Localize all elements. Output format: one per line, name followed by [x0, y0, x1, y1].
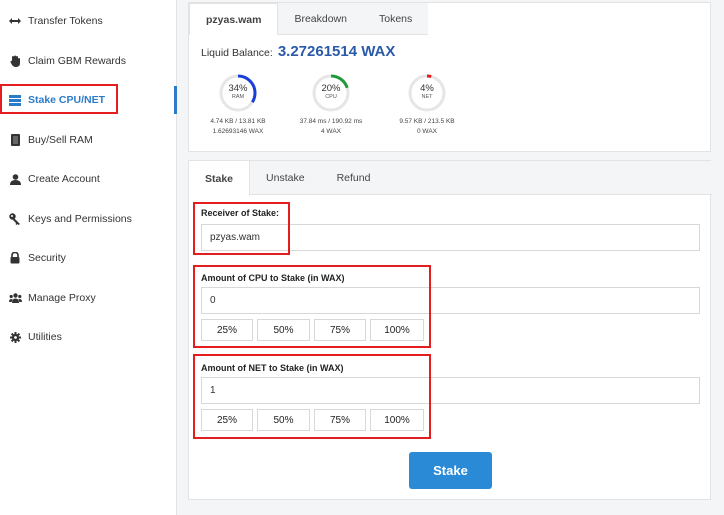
cpu-gauge: 20% CPU [311, 73, 351, 113]
highlight-box-cpu [193, 265, 431, 348]
users-icon [8, 291, 22, 305]
resource-ram: 34% RAM 4.74 KB / 13.81 KB 1.62693146 WA… [188, 73, 288, 135]
stake-submit-button[interactable]: Stake [409, 452, 492, 489]
key-icon [8, 212, 22, 226]
resource-cpu: 20% CPU 37.84 ms / 190.92 ms 4 WAX [281, 73, 381, 135]
sidebar-item-transfer-tokens[interactable]: Transfer Tokens [0, 5, 177, 37]
highlight-box-receiver [193, 202, 290, 255]
sidebar-item-keys-and-permissions[interactable]: Keys and Permissions [0, 203, 177, 235]
ram-chip-icon [8, 133, 22, 147]
sidebar-item-label: Utilities [28, 331, 62, 343]
sidebar-item-utilities[interactable]: Utilities [0, 321, 177, 353]
transfer-arrows-icon [8, 14, 22, 28]
tab-account[interactable]: pzyas.wam [189, 3, 279, 35]
sidebar-item-label: Transfer Tokens [28, 15, 103, 27]
cpu-staked: 4 WAX [321, 128, 341, 135]
hand-icon [8, 54, 22, 68]
gear-icon [8, 330, 22, 344]
sidebar-item-security[interactable]: Security [0, 242, 177, 274]
tab-breakdown[interactable]: Breakdown [278, 3, 363, 35]
ram-usage: 4.74 KB / 13.81 KB [210, 118, 266, 125]
ram-percent: 34% [228, 83, 248, 94]
tab-tokens[interactable]: Tokens [362, 3, 429, 35]
cpu-label: CPU [325, 94, 337, 100]
net-label: NET [421, 94, 433, 100]
highlight-box-net [193, 354, 431, 439]
highlight-box-sidebar [0, 84, 118, 114]
stake-card: Stake Unstake Refund Receiver of Stake: … [188, 160, 712, 500]
sidebar-item-manage-proxy[interactable]: Manage Proxy [0, 282, 177, 314]
sidebar-item-label: Create Account [28, 173, 100, 185]
account-tabs: pzyas.wam Breakdown Tokens [189, 3, 429, 35]
ram-staked: 1.62693146 WAX [212, 128, 264, 135]
net-usage: 9.57 KB / 213.5 KB [399, 118, 455, 125]
sidebar-item-label: Security [28, 252, 66, 264]
tab-stake[interactable]: Stake [189, 161, 251, 196]
tab-unstake[interactable]: Unstake [250, 161, 321, 195]
sidebar: Transfer Tokens Claim GBM Rewards Stake … [0, 0, 177, 515]
liquid-balance-value: 3.27261514 WAX [277, 43, 396, 60]
net-percent: 4% [420, 83, 434, 94]
ram-label: RAM [231, 94, 245, 100]
ram-gauge: 34% RAM [218, 73, 258, 113]
sidebar-item-label: Buy/Sell RAM [28, 134, 93, 146]
liquid-balance-label: Liquid Balance: [201, 47, 273, 59]
stake-tabs: Stake Unstake Refund [189, 161, 712, 196]
sidebar-item-label: Claim GBM Rewards [28, 55, 127, 67]
sidebar-item-buy-sell-ram[interactable]: Buy/Sell RAM [0, 124, 177, 156]
cpu-usage: 37.84 ms / 190.92 ms [299, 118, 363, 125]
sidebar-item-label: Manage Proxy [28, 292, 96, 304]
account-summary-card: pzyas.wam Breakdown Tokens Liquid Balanc… [188, 2, 711, 152]
sidebar-item-label: Keys and Permissions [28, 213, 132, 225]
net-gauge: 4% NET [407, 73, 447, 113]
sidebar-item-create-account[interactable]: Create Account [0, 163, 177, 195]
sidebar-item-claim-gbm-rewards[interactable]: Claim GBM Rewards [0, 45, 177, 77]
lock-icon [8, 251, 22, 265]
tab-refund[interactable]: Refund [321, 161, 387, 195]
active-indicator [174, 86, 177, 114]
net-staked: 0 WAX [417, 128, 437, 135]
cpu-percent: 20% [321, 83, 341, 94]
resource-net: 4% NET 9.57 KB / 213.5 KB 0 WAX [377, 73, 477, 135]
user-icon [8, 172, 22, 186]
liquid-balance: Liquid Balance: 3.27261514 WAX [201, 43, 395, 60]
